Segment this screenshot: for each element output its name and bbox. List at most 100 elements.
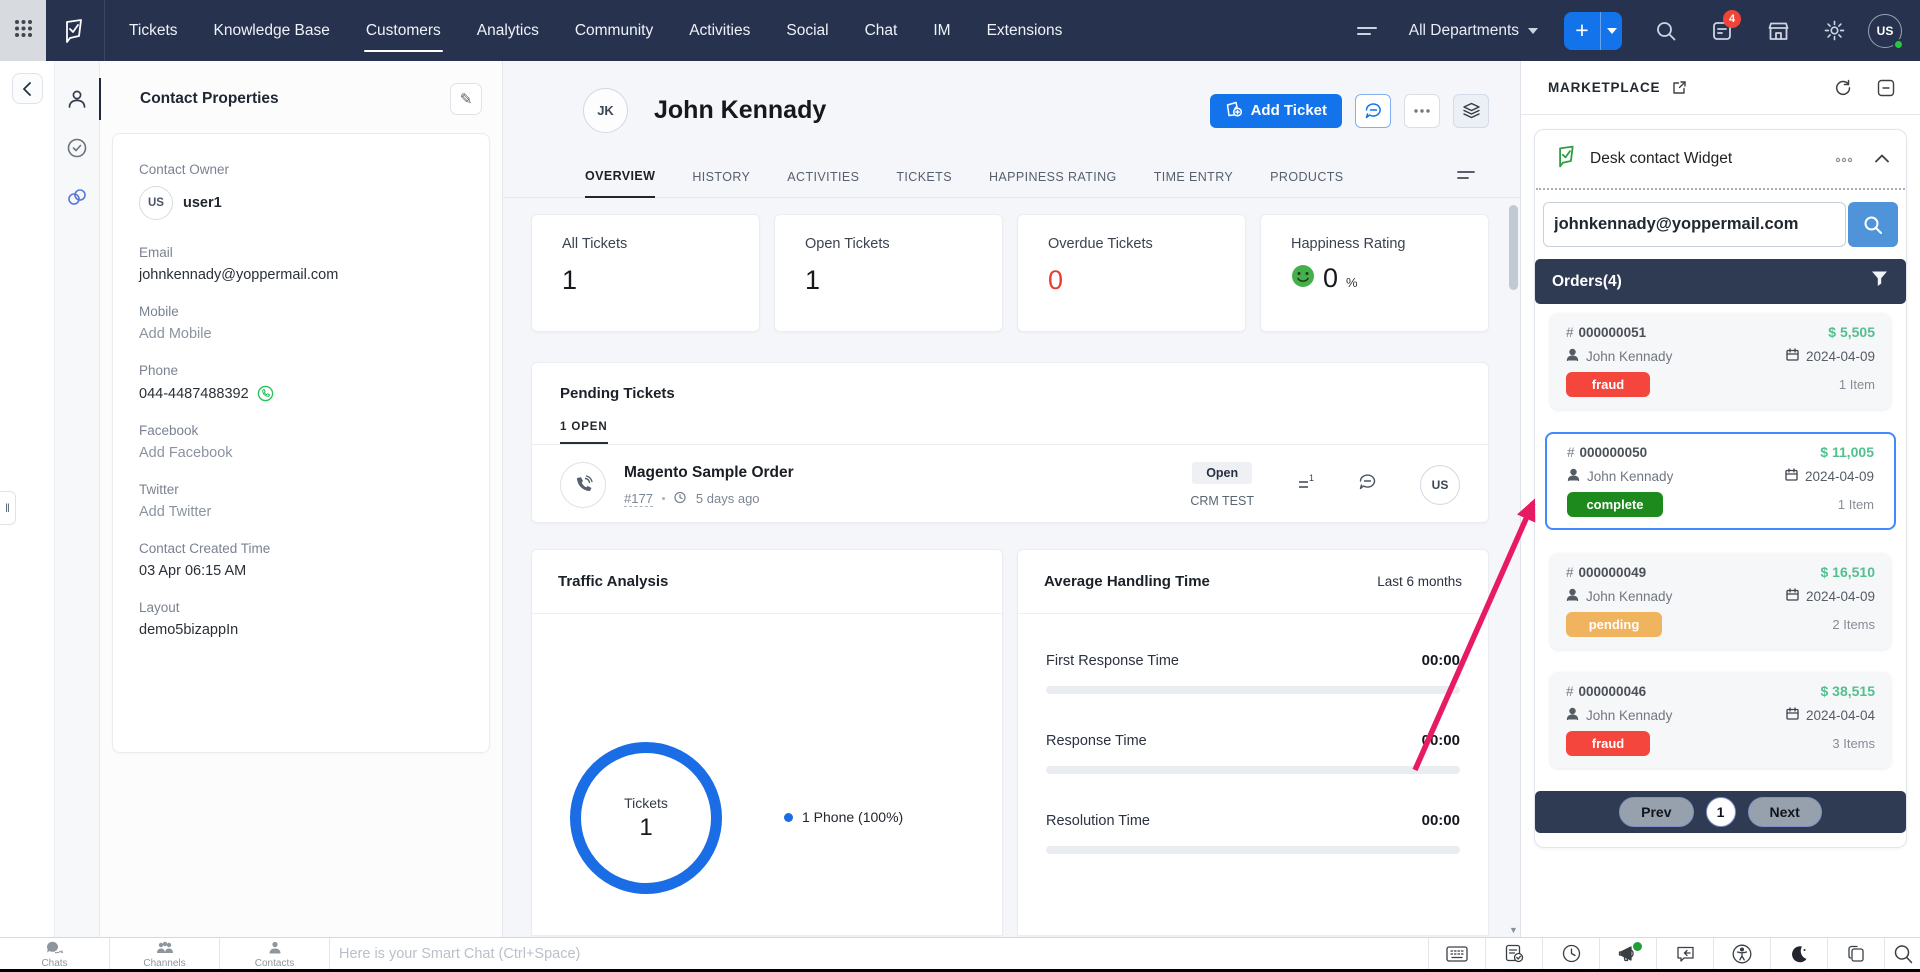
online-status-dot xyxy=(1893,39,1904,50)
contact-avatar-initials: JK xyxy=(597,103,614,118)
scrollbar-down-arrow[interactable]: ▼ xyxy=(1509,925,1518,935)
tab-overview[interactable]: OVERVIEW xyxy=(585,169,655,198)
ticket-assignee-avatar[interactable]: US xyxy=(1420,465,1460,505)
search-icon[interactable] xyxy=(1638,0,1694,61)
more-actions-button[interactable] xyxy=(1404,94,1440,128)
stat-overdue-tickets[interactable]: Overdue Tickets 0 xyxy=(1017,214,1246,332)
tab-happiness-rating[interactable]: HAPPINESS RATING xyxy=(989,170,1117,197)
apps-grid-button[interactable] xyxy=(0,0,46,61)
rail-tickets-status-icon[interactable] xyxy=(65,136,89,160)
order-row-selected[interactable]: #000000050 $ 11,005 John Kennady 2024-04… xyxy=(1545,432,1896,530)
widget-collapse-icon[interactable] xyxy=(1875,150,1889,168)
phone-channel-icon xyxy=(560,462,606,508)
edit-properties-button[interactable]: ✎ xyxy=(450,83,482,115)
stat-value: 0 xyxy=(1323,263,1338,294)
history-icon[interactable] xyxy=(1542,938,1599,969)
widget-search-input[interactable] xyxy=(1543,202,1846,247)
marketplace-store-icon[interactable] xyxy=(1750,0,1806,61)
stat-label: All Tickets xyxy=(562,236,729,252)
created-time-value: 03 Apr 06:15 AM xyxy=(139,563,463,579)
zoho-desk-logo[interactable] xyxy=(58,16,88,46)
nav-overflow-icon[interactable] xyxy=(1339,25,1395,37)
keyboard-icon[interactable] xyxy=(1428,938,1485,969)
next-page-button[interactable]: Next xyxy=(1748,797,1822,827)
bottom-tab-channels[interactable]: Channels xyxy=(110,938,220,969)
main-scrollbar[interactable]: ▼ xyxy=(1509,161,1518,937)
nav-item-knowledge-base[interactable]: Knowledge Base xyxy=(196,0,348,61)
refresh-icon[interactable] xyxy=(1834,79,1851,96)
ticket-comment-icon[interactable] xyxy=(1358,473,1378,497)
ticket-id[interactable]: #177 xyxy=(624,491,653,507)
announcement-icon[interactable] xyxy=(1599,938,1656,969)
left-collapse-column: ‖ xyxy=(0,61,55,937)
ticket-title[interactable]: Magento Sample Order xyxy=(624,464,794,482)
phone-value[interactable]: 044-4487488392 xyxy=(139,386,249,402)
tabs-overflow-icon[interactable] xyxy=(1457,167,1475,197)
tab-tickets[interactable]: TICKETS xyxy=(896,170,952,197)
copy-icon[interactable] xyxy=(1827,938,1884,969)
tab-history[interactable]: HISTORY xyxy=(692,170,750,197)
layers-button[interactable] xyxy=(1453,94,1489,128)
stat-open-tickets[interactable]: Open Tickets 1 xyxy=(774,214,1003,332)
scrollbar-thumb[interactable] xyxy=(1509,205,1518,290)
user-avatar[interactable]: US xyxy=(1868,14,1902,48)
external-link-icon[interactable] xyxy=(1672,80,1687,95)
nav-item-analytics[interactable]: Analytics xyxy=(459,0,557,61)
widget-search-button[interactable] xyxy=(1848,202,1898,247)
nav-item-tickets[interactable]: Tickets xyxy=(111,0,196,61)
order-date: 2024-04-04 xyxy=(1806,708,1875,723)
chart-legend: 1 Phone (100%) xyxy=(784,809,903,894)
feedback-icon[interactable] xyxy=(1656,938,1713,969)
minimize-panel-icon[interactable] xyxy=(1877,79,1895,97)
orders-filter-icon[interactable] xyxy=(1870,270,1889,293)
current-page-indicator[interactable]: 1 xyxy=(1706,797,1736,827)
order-row[interactable]: #000000046 $ 38,515 John Kennady 2024-04… xyxy=(1550,672,1891,768)
order-row[interactable]: #000000051 $ 5,505 John Kennady 2024-04-… xyxy=(1550,313,1891,409)
search-icon[interactable] xyxy=(1884,938,1920,969)
rail-links-icon[interactable] xyxy=(65,185,89,209)
pending-filter-open[interactable]: 1 OPEN xyxy=(560,421,608,444)
bottom-tab-chats[interactable]: Chats xyxy=(0,938,110,969)
add-facebook-link[interactable]: Add Facebook xyxy=(139,445,463,461)
tab-activities[interactable]: ACTIVITIES xyxy=(787,170,859,197)
whatsapp-icon[interactable] xyxy=(257,385,274,402)
department-selector[interactable]: All Departments xyxy=(1395,22,1552,40)
bottom-tab-contacts[interactable]: Contacts xyxy=(220,938,330,969)
stat-all-tickets[interactable]: All Tickets 1 xyxy=(531,214,760,332)
owner-avatar: US xyxy=(139,186,173,220)
quick-add-button[interactable]: + xyxy=(1564,12,1600,50)
chat-with-contact-button[interactable] xyxy=(1355,94,1391,128)
panel-resize-handle[interactable]: ‖ xyxy=(0,491,16,525)
email-value[interactable]: johnkennady@yoppermail.com xyxy=(139,267,463,283)
thread-count-icon[interactable]: 1 xyxy=(1296,473,1316,498)
nav-item-customers[interactable]: Customers xyxy=(348,0,459,61)
tasks-icon[interactable] xyxy=(1485,938,1542,969)
prev-page-button[interactable]: Prev xyxy=(1619,797,1693,827)
ticket-row[interactable]: Magento Sample Order #177 5 days ago Ope… xyxy=(560,445,1460,525)
quick-add-caret-button[interactable] xyxy=(1600,12,1622,50)
collapse-panel-button[interactable] xyxy=(12,73,43,104)
nav-item-community[interactable]: Community xyxy=(557,0,671,61)
add-mobile-link[interactable]: Add Mobile xyxy=(139,326,463,342)
add-twitter-link[interactable]: Add Twitter xyxy=(139,504,463,520)
nav-item-activities[interactable]: Activities xyxy=(671,0,768,61)
rail-contact-icon[interactable] xyxy=(65,87,89,111)
settings-gear-icon[interactable] xyxy=(1806,0,1862,61)
time-range-selector[interactable]: Last 6 months xyxy=(1377,574,1462,589)
order-row[interactable]: #000000049 $ 16,510 John Kennady 2024-04… xyxy=(1550,553,1891,649)
tab-products[interactable]: PRODUCTS xyxy=(1270,170,1343,197)
tab-time-entry[interactable]: TIME ENTRY xyxy=(1154,170,1233,197)
nav-item-chat[interactable]: Chat xyxy=(847,0,916,61)
widget-menu-icon[interactable] xyxy=(1835,150,1853,168)
add-ticket-button[interactable]: Add Ticket xyxy=(1210,94,1342,128)
notifications-icon[interactable]: 4 xyxy=(1694,0,1750,61)
nav-item-extensions[interactable]: Extensions xyxy=(969,0,1081,61)
person-icon xyxy=(1566,348,1579,364)
dark-mode-icon[interactable] xyxy=(1770,938,1827,969)
ticket-status-badge[interactable]: Open xyxy=(1192,462,1252,484)
nav-item-im[interactable]: IM xyxy=(915,0,968,61)
smart-chat-input[interactable] xyxy=(330,946,1428,962)
stat-happiness-rating[interactable]: Happiness Rating 0 % xyxy=(1260,214,1489,332)
nav-item-social[interactable]: Social xyxy=(768,0,846,61)
accessibility-icon[interactable] xyxy=(1713,938,1770,969)
